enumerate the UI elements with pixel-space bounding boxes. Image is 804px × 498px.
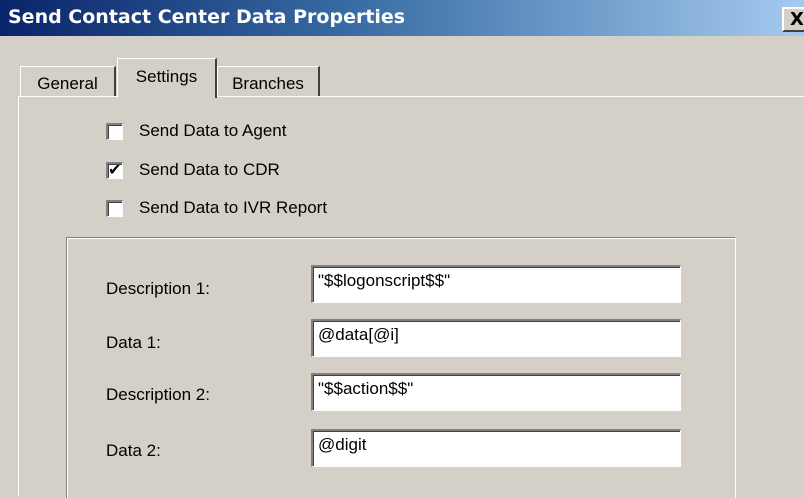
description-1-label: Description 1: <box>106 279 210 298</box>
send-data-to-cdr-label: Send Data to CDR <box>139 160 280 179</box>
data-1-label: Data 1: <box>106 333 161 352</box>
data-2-label: Data 2: <box>106 441 161 460</box>
send-data-to-agent-label: Send Data to Agent <box>139 121 287 140</box>
send-data-to-agent-checkbox[interactable] <box>106 123 123 140</box>
data-2-input[interactable]: @digit <box>311 429 681 467</box>
send-data-to-ivr-report-checkbox[interactable] <box>106 200 123 217</box>
window-title: Send Contact Center Data Properties <box>8 6 406 28</box>
tab-general[interactable]: General <box>20 66 116 96</box>
send-data-to-ivr-report-label: Send Data to IVR Report <box>139 198 328 217</box>
description-2-input[interactable]: "$$action$$" <box>311 373 681 411</box>
checkmark-icon: ✔ <box>108 160 122 179</box>
tab-settings[interactable]: Settings <box>117 58 217 98</box>
tab-general-label: General <box>37 74 98 93</box>
description-1-input[interactable]: "$$logonscript$$" <box>311 265 681 303</box>
tab-branches-label: Branches <box>232 74 304 93</box>
title-bar[interactable]: Send Contact Center Data Properties X <box>0 0 804 36</box>
tab-settings-label: Settings <box>135 67 198 86</box>
data-1-input[interactable]: @data[@i] <box>311 319 681 357</box>
close-button[interactable]: X <box>782 7 804 32</box>
description-2-label: Description 2: <box>106 385 210 404</box>
close-icon: X <box>790 9 804 30</box>
send-data-to-cdr-checkbox[interactable]: ✔ <box>106 160 123 179</box>
tab-branches[interactable]: Branches <box>217 66 320 96</box>
